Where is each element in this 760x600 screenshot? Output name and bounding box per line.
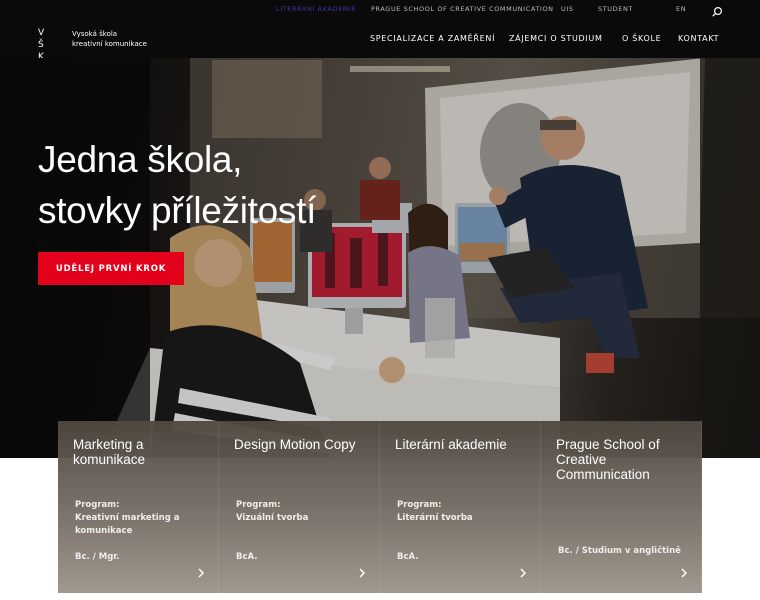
hero-title-line2: stovky příležitostí (38, 190, 317, 231)
card-program-name: Kreativní marketing a komunikace (75, 513, 180, 536)
card-degree: BcA. (236, 552, 258, 562)
card-program-label: Program: (75, 500, 120, 510)
site-header: V Š K K Vysoká škola kreativní komunikac… (0, 18, 760, 74)
card-program-name: Literární tvorba (397, 513, 473, 523)
utility-link-student[interactable]: Student (598, 5, 633, 13)
nav-item-zajemci[interactable]: Zájemci o studium (509, 34, 603, 43)
card-degree: Bc. / Mgr. (75, 552, 120, 562)
search-icon[interactable] (711, 3, 723, 17)
first-step-button[interactable]: Udělej první krok (38, 252, 184, 285)
logo-text-line2: kreativní komunikace (72, 40, 147, 48)
logo-text[interactable]: Vysoká škola kreativní komunikace (72, 29, 147, 49)
card-degree: Bc. / Studium v angličtině (558, 546, 681, 556)
card-title: Marketing a komunikace (73, 437, 146, 467)
chevron-right-icon (681, 568, 688, 578)
nav-item-specializace[interactable]: Specializace a zaměření (370, 34, 495, 43)
card-prague-school[interactable]: Prague School of Creative Communication … (541, 421, 702, 593)
card-literarni-akademie[interactable]: Literární akademie Program: Literární tv… (380, 421, 541, 593)
card-degree: BcA. (397, 552, 419, 562)
card-title: Literární akademie (395, 437, 507, 452)
program-cards: Marketing a komunikace Program: Kreativn… (58, 421, 702, 593)
card-marketing-komunikace[interactable]: Marketing a komunikace Program: Kreativn… (58, 421, 219, 593)
logo-text-line1: Vysoká škola (72, 30, 118, 38)
hero-title-line1: Jedna škola, (38, 139, 243, 180)
hero-title: Jedna škola, stovky příležitostí (38, 134, 316, 236)
language-switch-en[interactable]: EN (676, 5, 686, 13)
utility-link-literarni-akademie[interactable]: Literární akademie (276, 5, 356, 13)
card-program: Program: Kreativní marketing a komunikac… (75, 499, 215, 538)
card-program-label: Program: (236, 500, 281, 510)
hero-section: Jedna škola, stovky příležitostí Udělej … (0, 58, 760, 458)
logo-mark-line1: V Š (38, 28, 48, 50)
utility-link-prague-school[interactable]: Prague School of Creative Communication (371, 5, 554, 13)
chevron-right-icon (520, 568, 527, 578)
card-program: Program: Literární tvorba (397, 499, 537, 525)
card-program-name: Vizuální tvorba (236, 513, 309, 523)
utility-bar: Literární akademie Prague School of Crea… (0, 0, 760, 18)
logo-mark[interactable]: V Š K K (38, 27, 60, 74)
card-design-motion-copy[interactable]: Design Motion Copy Program: Vizuální tvo… (219, 421, 380, 593)
nav-item-kontakt[interactable]: Kontakt (678, 34, 719, 43)
card-title: Prague School of Creative Communication (556, 437, 660, 482)
nav-item-o-skole[interactable]: O škole (622, 34, 661, 43)
chevron-right-icon (198, 568, 205, 578)
card-title: Design Motion Copy (234, 437, 356, 452)
chevron-right-icon (359, 568, 366, 578)
utility-link-uis[interactable]: UIS (561, 5, 574, 13)
card-program-label: Program: (397, 500, 442, 510)
card-program: Program: Vizuální tvorba (236, 499, 376, 525)
